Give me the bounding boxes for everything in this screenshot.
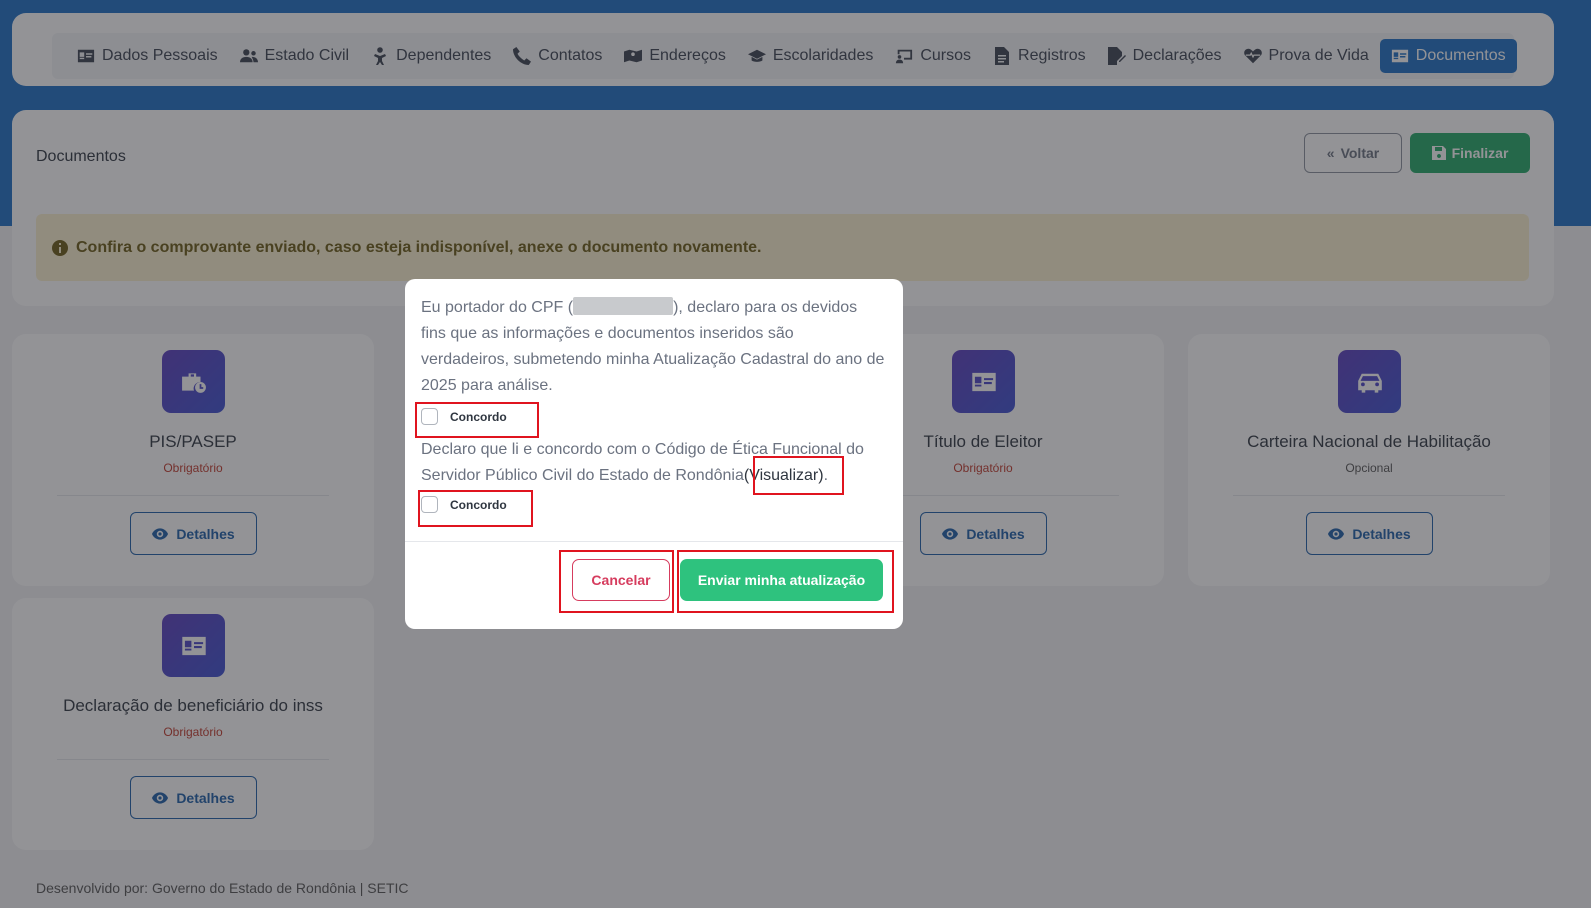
highlight-box	[415, 402, 539, 438]
cpf-redacted	[573, 297, 674, 315]
highlight-box	[418, 490, 533, 527]
highlight-box	[559, 550, 674, 613]
cpf-declaration-text: Eu portador do CPF (), declaro para os d…	[421, 295, 885, 399]
highlight-box	[753, 456, 844, 495]
declaration-text-start: Eu portador do CPF (	[421, 299, 574, 316]
highlight-box	[677, 550, 894, 613]
modal-divider	[405, 541, 903, 542]
